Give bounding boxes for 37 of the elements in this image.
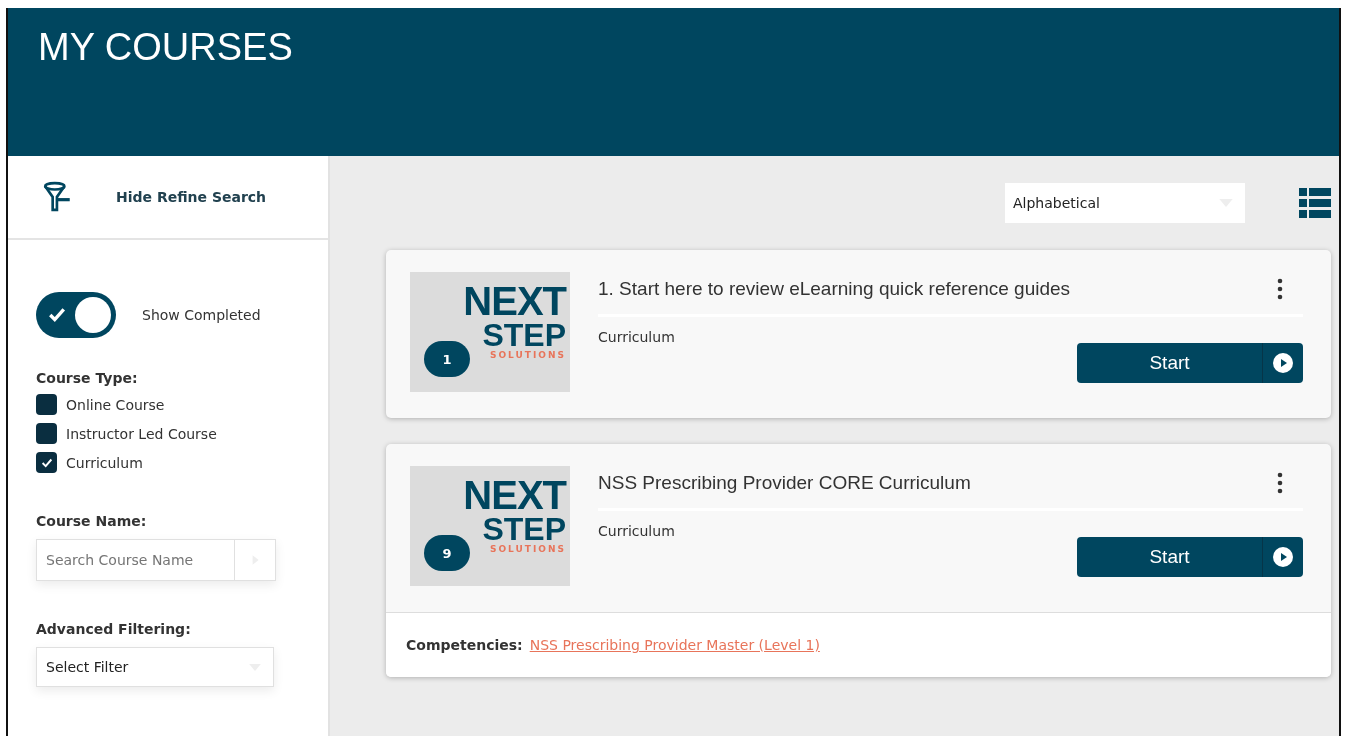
- logo-tagline: SOLUTIONS: [490, 350, 566, 360]
- checkbox-label: Online Course: [66, 396, 165, 413]
- course-count-badge: 1: [424, 341, 470, 377]
- advanced-filtering-label: Advanced Filtering:: [36, 621, 192, 637]
- course-name-label: Course Name:: [36, 513, 148, 529]
- more-options-icon[interactable]: [1277, 472, 1283, 494]
- course-type: Curriculum: [598, 523, 676, 539]
- start-button[interactable]: Start: [1077, 343, 1303, 383]
- logo-tagline: SOLUTIONS: [490, 544, 566, 554]
- check-icon: [48, 306, 66, 324]
- checkbox[interactable]: [36, 452, 57, 473]
- hide-refine-search-link[interactable]: Hide Refine Search: [116, 189, 267, 205]
- logo-text: NEXT: [463, 476, 566, 514]
- course-type: Curriculum: [598, 329, 676, 345]
- logo-text: STEP: [482, 320, 566, 350]
- start-button[interactable]: Start: [1077, 537, 1303, 577]
- course-title[interactable]: NSS Prescribing Provider CORE Curriculum: [598, 472, 971, 494]
- competencies-label: Competencies:: [406, 637, 523, 653]
- list-view-icon[interactable]: [1299, 187, 1331, 219]
- checkbox-label: Curriculum: [66, 454, 143, 471]
- show-completed-toggle[interactable]: [36, 292, 116, 338]
- more-options-icon[interactable]: [1277, 278, 1283, 300]
- checkbox[interactable]: [36, 394, 57, 415]
- logo-text: NEXT: [463, 282, 566, 320]
- play-icon: [1273, 547, 1293, 567]
- course-title[interactable]: 1. Start here to review eLearning quick reference guides: [598, 278, 1071, 300]
- play-icon: [1273, 353, 1293, 373]
- checkbox-label: Instructor Led Course: [66, 425, 217, 442]
- course-count-badge: 9: [424, 535, 470, 571]
- sort-dropdown[interactable]: Alphabetical: [1005, 183, 1245, 223]
- show-completed-label: Show Completed: [142, 307, 261, 323]
- logo-text: STEP: [482, 514, 566, 544]
- course-type-label: Course Type:: [36, 370, 139, 386]
- filter-dropdown[interactable]: Select Filter: [36, 647, 274, 687]
- search-field[interactable]: Search Course Name: [36, 539, 276, 581]
- checkbox[interactable]: [36, 423, 57, 444]
- page-title: MY COURSES: [38, 25, 294, 69]
